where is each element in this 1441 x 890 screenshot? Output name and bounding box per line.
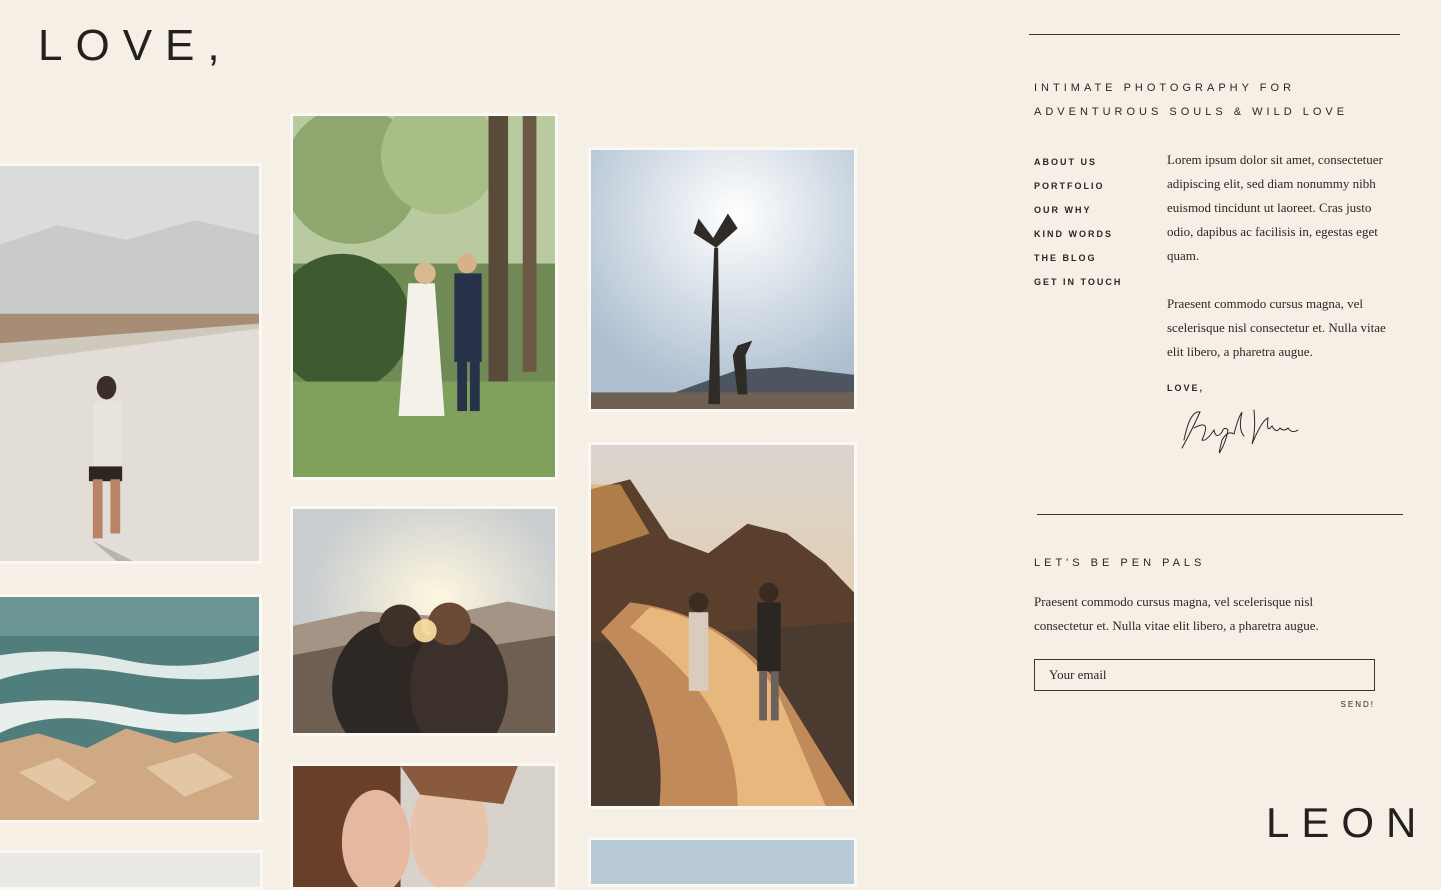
photo-couple-forest[interactable] (290, 113, 558, 480)
photo-forest-image (293, 116, 555, 477)
bio-paragraph-1: Lorem ipsum dolor sit amet, consectetuer… (1167, 152, 1383, 263)
photo-road-image (591, 445, 854, 806)
photo-sky-partial-image (591, 840, 854, 884)
top-divider (1029, 34, 1400, 35)
middle-divider (1037, 514, 1403, 515)
nav-our-why[interactable]: OUR WHY (1034, 198, 1122, 222)
photo-couple-road[interactable] (588, 442, 857, 809)
photo-couple-sunset-mountains[interactable] (290, 506, 558, 736)
photo-bottom-right-partial[interactable] (588, 837, 857, 887)
nav-kind-words[interactable]: KIND WORDS (1034, 222, 1122, 246)
bio-signoff: LOVE, (1167, 383, 1205, 393)
photo-salt-flat-woman[interactable] (0, 163, 262, 564)
photo-partial-image (0, 853, 260, 887)
photo-joshua-tree[interactable] (588, 147, 857, 412)
photo-sunset-couple-image (293, 509, 555, 733)
newsletter-title: LET'S BE PEN PALS (1034, 557, 1206, 569)
signature-image (1181, 409, 1299, 454)
site-logo-bottom[interactable]: LEON (1266, 802, 1428, 844)
send-button[interactable]: SEND! (1330, 700, 1375, 709)
newsletter-text: Praesent commodo cursus magna, vel scele… (1034, 594, 1319, 633)
bio-paragraph-2: Praesent commodo cursus magna, vel scele… (1167, 296, 1386, 359)
bio-text: Lorem ipsum dolor sit amet, consectetuer… (1167, 148, 1389, 388)
email-field[interactable] (1034, 659, 1375, 691)
nav-get-in-touch[interactable]: GET IN TOUCH (1034, 270, 1122, 294)
photo-joshua-tree-image (591, 150, 854, 409)
tagline-line2: ADVENTUROUS SOULS & WILD LOVE (1034, 106, 1349, 118)
tagline: INTIMATE PHOTOGRAPHY FOR ADVENTUROUS SOU… (1034, 76, 1348, 124)
photo-kiss-image (293, 766, 555, 887)
nav-portfolio[interactable]: PORTFOLIO (1034, 174, 1122, 198)
photo-ocean-image (0, 597, 259, 820)
tagline-line1: INTIMATE PHOTOGRAPHY FOR (1034, 82, 1296, 94)
photo-bottom-left-partial[interactable] (0, 850, 263, 890)
nav-about-us[interactable]: ABOUT US (1034, 150, 1122, 174)
photo-couple-kiss[interactable] (290, 763, 558, 890)
photo-ocean-waves[interactable] (0, 594, 262, 823)
nav-the-blog[interactable]: THE BLOG (1034, 246, 1122, 270)
site-logo-top[interactable]: LOVE, (38, 24, 233, 68)
main-nav: ABOUT US PORTFOLIO OUR WHY KIND WORDS TH… (1034, 150, 1122, 294)
photo-salt-flat-image (0, 166, 259, 561)
